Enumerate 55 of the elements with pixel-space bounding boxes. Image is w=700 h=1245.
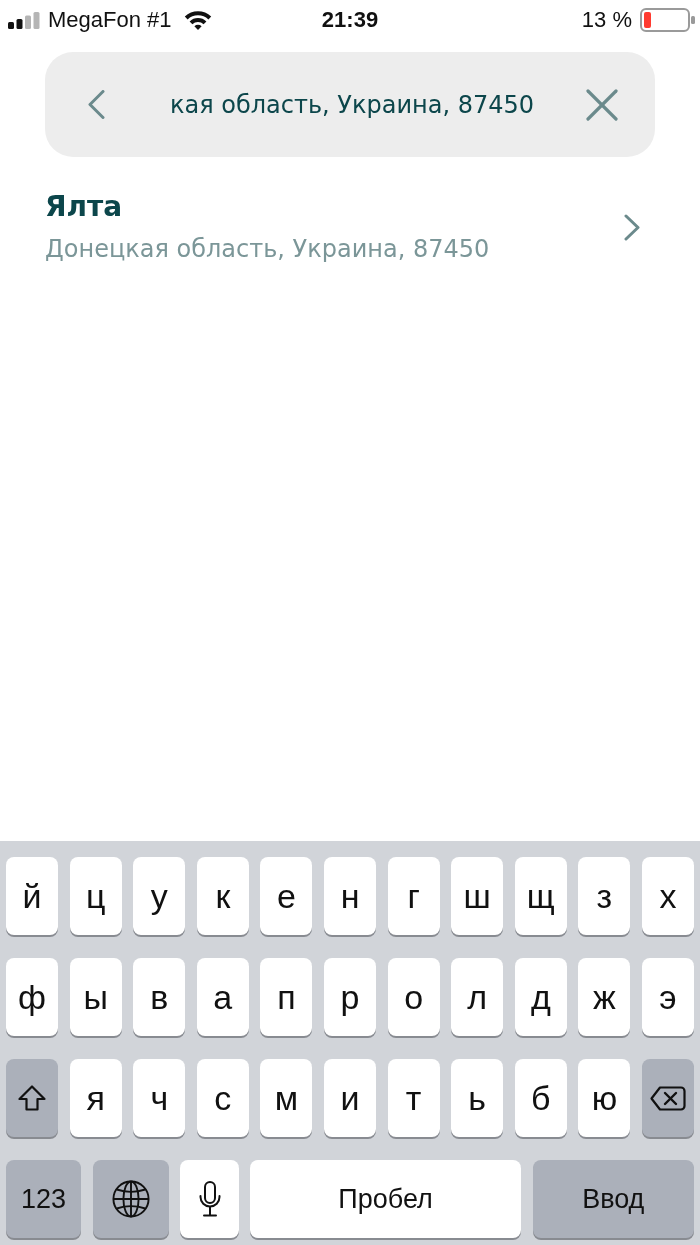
- letter-key[interactable]: э: [641, 958, 695, 1036]
- letter-key[interactable]: ч: [133, 1059, 186, 1137]
- backspace-icon: [650, 1085, 686, 1111]
- letter-key[interactable]: б: [514, 1059, 567, 1137]
- language-key[interactable]: [92, 1160, 169, 1238]
- battery-percentage: 13 %: [581, 7, 632, 33]
- letter-key[interactable]: г: [387, 857, 440, 935]
- letter-key[interactable]: р: [323, 958, 377, 1036]
- letter-key[interactable]: и: [323, 1059, 377, 1137]
- letter-key[interactable]: в: [133, 958, 186, 1036]
- letter-key[interactable]: м: [260, 1059, 313, 1137]
- letter-key[interactable]: у: [133, 857, 186, 935]
- letter-key[interactable]: ф: [6, 958, 59, 1036]
- letter-key[interactable]: т: [387, 1059, 440, 1137]
- shift-key[interactable]: [6, 1059, 59, 1137]
- search-field[interactable]: кая область, Украина, 87450: [45, 52, 655, 157]
- letter-key[interactable]: е: [260, 857, 313, 935]
- letter-key[interactable]: к: [196, 857, 249, 935]
- search-query-text: кая область, Украина, 87450: [169, 90, 534, 119]
- chevron-right-icon[interactable]: [624, 213, 640, 241]
- space-key[interactable]: Пробел: [250, 1160, 521, 1238]
- letter-key[interactable]: ю: [578, 1059, 631, 1137]
- letter-key[interactable]: щ: [514, 857, 567, 935]
- result-title: Ялта: [45, 189, 123, 225]
- wifi-icon: [182, 9, 213, 31]
- back-icon[interactable]: [88, 90, 105, 119]
- battery-icon: [640, 8, 695, 32]
- backspace-key[interactable]: [641, 1059, 695, 1137]
- carrier-name: MegaFon #1: [48, 7, 172, 33]
- signal-strength-icon: [8, 11, 40, 29]
- result-address: Донецкая область, Украина, 87450: [45, 234, 490, 265]
- globe-icon: [111, 1180, 150, 1218]
- letter-key[interactable]: ц: [69, 857, 122, 935]
- microphone-key[interactable]: [180, 1160, 239, 1238]
- letter-key[interactable]: й: [6, 857, 59, 935]
- return-key[interactable]: Ввод: [532, 1160, 694, 1238]
- letter-key[interactable]: х: [641, 857, 695, 935]
- letter-key[interactable]: з: [578, 857, 631, 935]
- letter-key[interactable]: ы: [69, 958, 122, 1036]
- letter-key[interactable]: я: [69, 1059, 122, 1137]
- microphone-icon: [198, 1181, 221, 1217]
- letter-key[interactable]: с: [196, 1059, 249, 1137]
- shift-arrow-icon: [18, 1085, 47, 1111]
- letter-key[interactable]: п: [260, 958, 313, 1036]
- letter-key[interactable]: л: [451, 958, 504, 1036]
- letter-key[interactable]: д: [514, 958, 567, 1036]
- letter-key[interactable]: о: [387, 958, 440, 1036]
- close-icon[interactable]: [586, 88, 618, 121]
- numbers-key[interactable]: 123: [6, 1160, 82, 1238]
- letter-key[interactable]: н: [323, 857, 377, 935]
- clock-time: 21:39: [321, 7, 379, 33]
- letter-key[interactable]: ь: [451, 1059, 504, 1137]
- letter-key[interactable]: ж: [578, 958, 631, 1036]
- letter-key[interactable]: ш: [451, 857, 504, 935]
- letter-key[interactable]: а: [196, 958, 249, 1036]
